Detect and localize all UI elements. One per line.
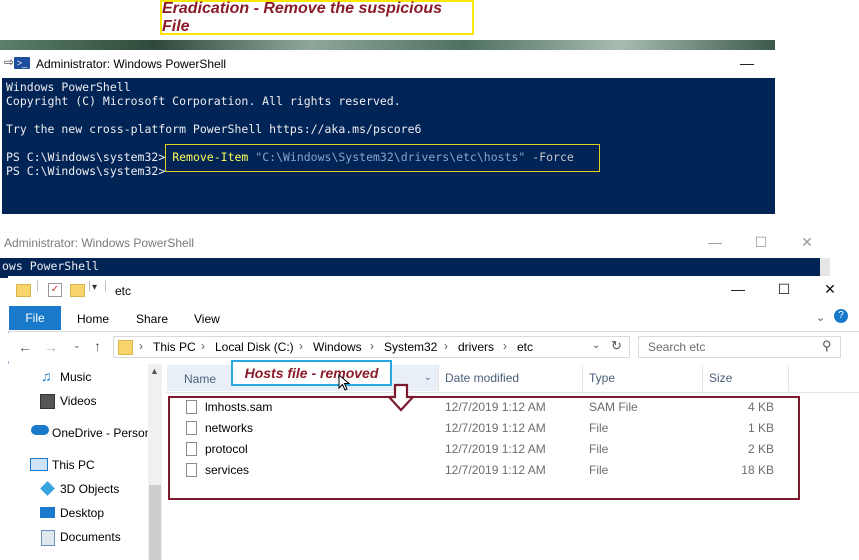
nav-scrollbar-thumb[interactable] (149, 485, 161, 560)
column-divider[interactable] (788, 365, 789, 391)
folder-icon (16, 284, 31, 297)
breadcrumb-separator: › (370, 339, 374, 353)
window-title: Administrator: Windows PowerShell (36, 57, 227, 71)
breadcrumb-separator: › (299, 339, 303, 353)
address-bar[interactable]: › This PC › Local Disk (C:) › Windows › … (113, 336, 630, 358)
forward-icon[interactable]: → (44, 339, 58, 355)
back-icon[interactable]: ← (18, 339, 32, 355)
recent-locations-icon[interactable]: ⌄ (73, 340, 81, 351)
documents-icon (41, 530, 55, 546)
music-icon: ♫ (41, 368, 52, 384)
minimize-button[interactable]: — (732, 55, 762, 71)
console-line: Try the new cross-platform PowerShell ht… (6, 122, 422, 136)
files-highlight-box (168, 396, 800, 500)
powershell-icon: >_ (14, 57, 30, 69)
breadcrumb-separator: › (444, 339, 448, 353)
nav-item-onedrive[interactable]: OneDrive - Person (52, 426, 151, 440)
search-input[interactable]: Search etc ⚲ (638, 336, 841, 358)
breadcrumb-etc[interactable]: etc (517, 340, 533, 354)
quick-access-dropdown-icon[interactable]: ▾ (92, 282, 97, 293)
this-pc-icon (30, 458, 48, 471)
breadcrumb-drivers[interactable]: drivers (458, 340, 494, 354)
console-line: Windows PowerShell (6, 80, 131, 94)
maximize-button[interactable]: ☐ (746, 234, 776, 251)
tab-file[interactable]: File (9, 306, 61, 330)
console-line: Copyright (C) Microsoft Corporation. All… (6, 94, 401, 108)
column-name-label: Name (184, 372, 217, 386)
hosts-removed-label: Hosts file - removed (231, 360, 392, 386)
search-placeholder: Search etc (648, 340, 706, 354)
prompt: PS C:\Windows\system32> (6, 150, 166, 164)
powershell-back-console[interactable]: ows PowerShell (0, 258, 830, 278)
cursor-icon: ⇨ (4, 55, 15, 69)
nav-item-this-pc[interactable]: This PC (52, 458, 95, 472)
breadcrumb-separator: › (139, 339, 143, 353)
explorer-title-bar[interactable]: | ✓ | ▾ | etc — ☐ ✕ (8, 276, 859, 305)
minimize-button[interactable]: — (700, 234, 730, 250)
command-highlight-box (165, 144, 600, 172)
up-icon[interactable]: ↑ (94, 338, 101, 354)
column-type[interactable]: Type (589, 371, 615, 385)
maximize-button[interactable]: ☐ (764, 281, 804, 298)
column-divider[interactable] (582, 365, 583, 391)
properties-icon[interactable]: ✓ (48, 283, 62, 297)
breadcrumb-separator: › (503, 339, 507, 353)
tab-share[interactable]: Share (136, 312, 168, 326)
help-icon[interactable]: ? (834, 309, 848, 323)
separator: | (36, 278, 40, 292)
down-arrow-icon (386, 383, 416, 412)
close-button[interactable]: ✕ (810, 281, 850, 298)
column-divider[interactable] (438, 365, 439, 391)
videos-icon (40, 394, 55, 409)
ribbon-collapse-icon[interactable]: ⌄ (816, 311, 825, 324)
desktop-icon (40, 507, 55, 518)
nav-item-videos[interactable]: Videos (60, 394, 96, 408)
close-button[interactable]: ✕ (792, 234, 822, 251)
onedrive-icon (31, 425, 49, 435)
breadcrumb-windows[interactable]: Windows (313, 340, 362, 354)
folder-icon (118, 340, 133, 355)
console-scrollbar[interactable] (820, 258, 830, 278)
tab-home[interactable]: Home (77, 312, 109, 326)
address-dropdown-icon[interactable]: ⌄ (592, 340, 600, 351)
desktop-background (0, 40, 775, 50)
window-title: etc (115, 284, 132, 298)
column-date-modified[interactable]: Date modified (445, 371, 519, 385)
separator: | (88, 278, 92, 292)
eradication-caption: Eradication - Remove the suspicious File (160, 0, 474, 35)
nav-item-music[interactable]: Music (60, 370, 91, 384)
powershell-title-bar[interactable]: ⇨ >_ Administrator: Windows PowerShell — (2, 50, 775, 78)
3d-objects-icon (40, 481, 55, 496)
nav-item-3d-objects[interactable]: 3D Objects (60, 482, 119, 496)
separator: | (104, 278, 108, 292)
nav-item-desktop[interactable]: Desktop (60, 506, 104, 520)
breadcrumb-separator: › (201, 339, 205, 353)
breadcrumb-local-disk[interactable]: Local Disk (C:) (215, 340, 294, 354)
mouse-pointer-icon (338, 374, 351, 391)
refresh-icon[interactable]: ↻ (611, 338, 622, 354)
breadcrumb-this-pc[interactable]: This PC (153, 340, 196, 354)
window-title: Administrator: Windows PowerShell (4, 236, 195, 250)
console-line: ows PowerShell (2, 259, 99, 273)
new-folder-icon[interactable] (70, 284, 85, 297)
column-divider[interactable] (702, 365, 703, 391)
powershell-back-title-bar[interactable]: Administrator: Windows PowerShell — ☐ ✕ (0, 228, 830, 258)
minimize-button[interactable]: — (718, 281, 758, 297)
search-icon: ⚲ (822, 338, 832, 353)
nav-item-documents[interactable]: Documents (60, 530, 121, 544)
tab-view[interactable]: View (194, 312, 220, 326)
navigation-pane: ♫ Music Videos OneDrive - Person This PC… (8, 364, 151, 560)
column-dropdown-icon[interactable]: ⌄ (424, 372, 432, 383)
column-size[interactable]: Size (709, 371, 732, 385)
scroll-up-icon[interactable]: ▲ (150, 366, 159, 376)
breadcrumb-system32[interactable]: System32 (384, 340, 437, 354)
